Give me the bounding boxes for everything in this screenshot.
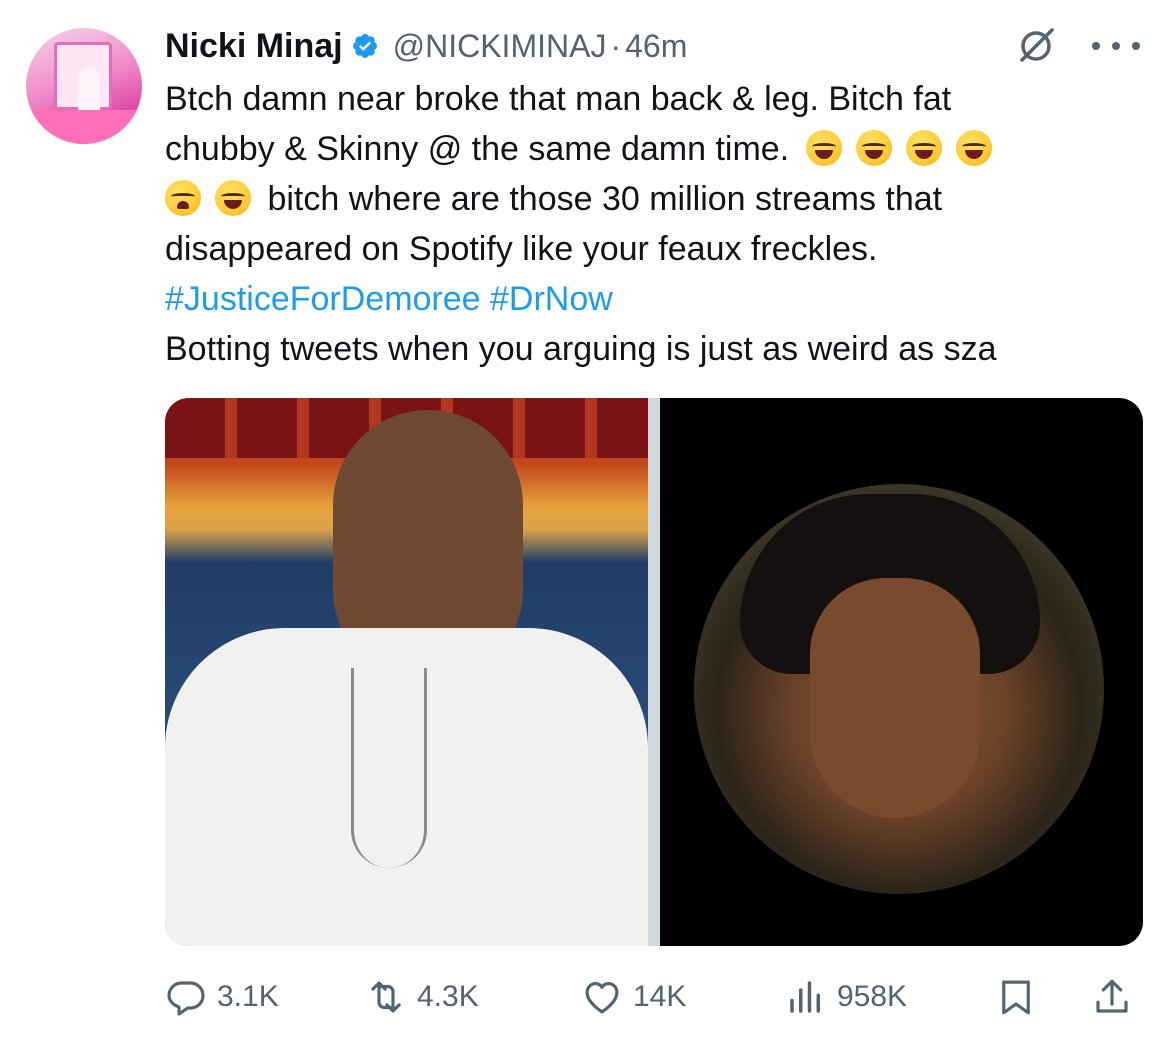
tweet-line: Btch damn near broke that man back & leg… (165, 80, 952, 118)
bookmark-icon (1002, 980, 1030, 1015)
views-button[interactable]: 958K (785, 968, 907, 1026)
timestamp[interactable]: 46m (625, 28, 687, 65)
tweet-line-text: bitch where are those 30 million streams… (267, 180, 943, 218)
grok-icon[interactable] (1016, 26, 1056, 66)
hashtag-line: #JusticeForDemoree #DrNow (165, 274, 1155, 324)
views-count: 958K (837, 980, 908, 1013)
rofl-emoji-icon (215, 180, 251, 216)
tweet-header: Nicki Minaj @NICKIMINAJ · 46m (165, 22, 687, 70)
separator-dot: · (610, 27, 622, 64)
more-dot (1092, 42, 1100, 50)
media-grid (165, 398, 1143, 946)
like-button[interactable]: 14K (581, 968, 686, 1026)
share-icon (1096, 979, 1128, 1013)
share-button[interactable] (1091, 968, 1133, 1026)
hashtag-link[interactable]: #DrNow (490, 280, 613, 318)
heart-icon (585, 981, 619, 1014)
rofl-emoji-icon (955, 130, 992, 166)
tweet-caption: Botting tweets when you arguing is just … (165, 330, 997, 368)
avatar-floor-detail (26, 110, 142, 144)
tweet-line-text: chubby & Skinny @ the same damn time. (165, 130, 790, 168)
views-chart-icon (790, 981, 820, 1013)
more-dot (1112, 42, 1120, 50)
rofl-emoji-icon (805, 130, 842, 166)
reply-button[interactable]: 3.1K (165, 968, 279, 1026)
hashtag-link[interactable]: #JusticeForDemoree (165, 280, 481, 318)
tired-face-emoji-icon (165, 180, 201, 216)
photo-chain-detail (351, 668, 427, 868)
rofl-emoji-icon (905, 130, 942, 166)
reply-count: 3.1K (217, 980, 279, 1013)
action-bar: 3.1K 4.3K 14K 958K (165, 968, 1143, 1026)
verified-badge-icon (352, 34, 377, 58)
tweet-line-with-emoji: bitch where are those 30 million streams… (165, 174, 1155, 224)
author-avatar[interactable] (26, 28, 142, 144)
like-count: 14K (633, 980, 687, 1013)
reply-icon (167, 981, 205, 1016)
tweet-line-with-emoji: chubby & Skinny @ the same damn time. (165, 124, 1155, 174)
bookmark-button[interactable] (995, 968, 1037, 1026)
tweet-text: Btch damn near broke that man back & leg… (165, 74, 1155, 374)
rofl-emoji-icon (855, 130, 892, 166)
more-icon[interactable] (1092, 34, 1140, 58)
tweet-line: disappeared on Spotify like your feaux f… (165, 230, 878, 268)
media-photo-left[interactable] (165, 398, 648, 946)
media-photo-right[interactable] (660, 398, 1143, 946)
photo-face-detail (810, 578, 980, 818)
repost-count: 4.3K (417, 980, 479, 1013)
repost-icon (371, 981, 401, 1013)
more-dot (1132, 42, 1140, 50)
author-name[interactable]: Nicki Minaj (165, 27, 343, 66)
repost-button[interactable]: 4.3K (365, 968, 479, 1026)
author-handle[interactable]: @NICKIMINAJ (393, 28, 607, 65)
